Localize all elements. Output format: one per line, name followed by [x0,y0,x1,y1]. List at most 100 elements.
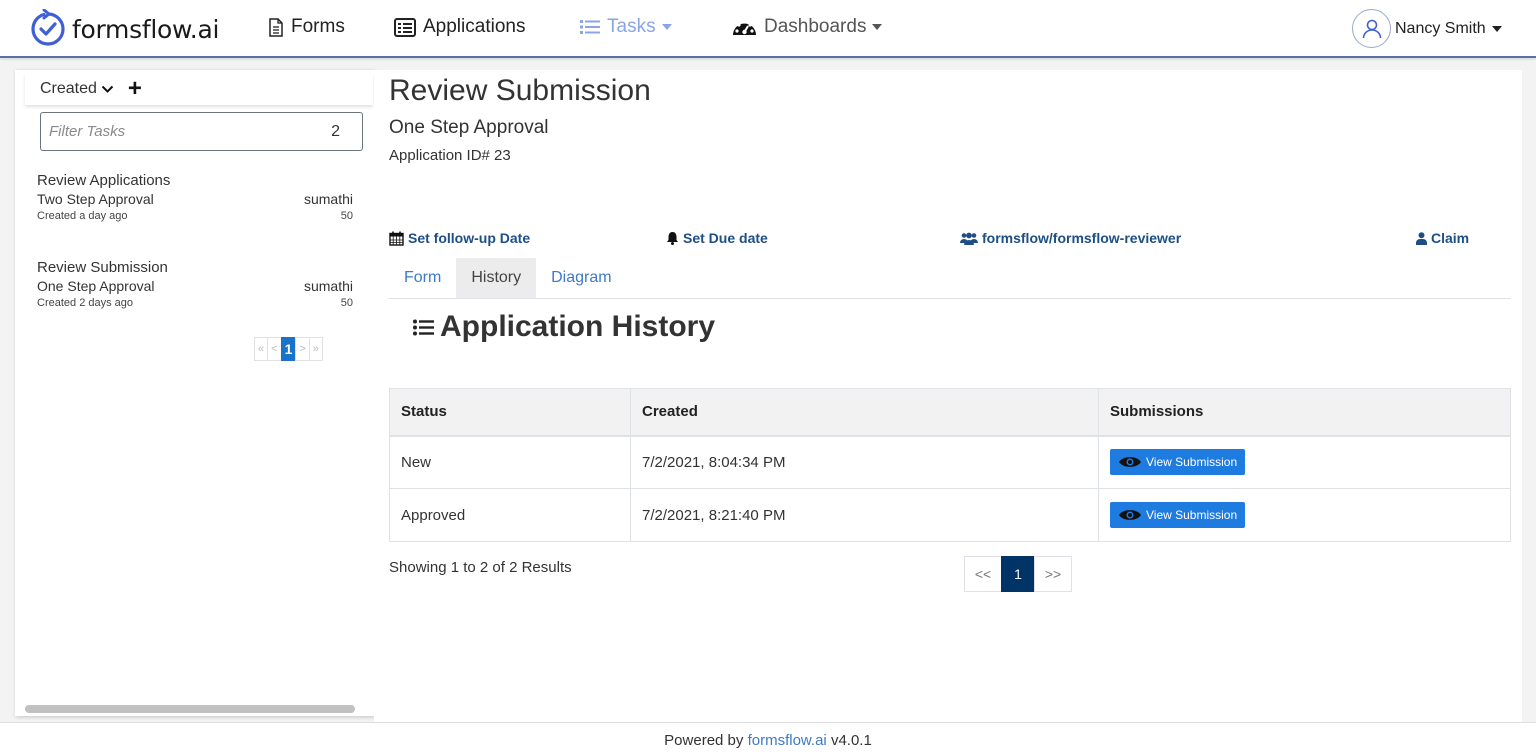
task-list-item[interactable]: Review Submission One Step Approval suma… [37,259,353,309]
nav-dashboards[interactable]: Dashboards [732,16,883,38]
filter-tasks-input[interactable] [49,123,332,140]
application-id: Application ID# 23 [389,147,511,164]
task-created: Created a day ago [37,210,128,222]
created-cell: 7/2/2021, 8:21:40 PM [630,488,1099,542]
task-list-sidebar: Created + 2 Review Applications Two Step… [15,70,374,716]
user-menu[interactable]: Nancy Smith [1352,9,1502,48]
prev-page-button[interactable]: << [964,556,1002,592]
task-process-name: One Step Approval [389,117,549,138]
column-header-status[interactable]: Status [389,388,631,437]
task-list-item[interactable]: Review Applications Two Step Approval su… [37,172,353,222]
application-history-title: Application History [440,310,716,343]
next-page-button[interactable]: >> [1034,556,1072,592]
view-submission-label: View Submission [1146,455,1238,470]
list-icon [413,319,434,335]
column-header-submissions[interactable]: Submissions [1098,388,1511,437]
task-title-heading: Review Submission [389,74,651,107]
nav-applications[interactable]: Applications [394,16,525,38]
formsflow-logo-icon [31,9,65,46]
page-1-button[interactable]: 1 [280,337,297,361]
nav-tasks-label: Tasks [607,16,656,37]
table-header-row: Status Created Submissions [389,388,1511,437]
table-row: Approved 7/2/2021, 8:21:40 PM View Submi… [389,488,1511,542]
eye-icon [1119,457,1141,468]
set-due-date-label: Set Due date [683,230,768,246]
tab-diagram[interactable]: Diagram [536,258,626,298]
claim-button[interactable]: Claim [1416,230,1469,246]
submissions-cell: View Submission [1098,488,1511,542]
page-1-button[interactable]: 1 [1001,556,1035,592]
user-icon [1362,19,1381,38]
application-history-heading: Application History [413,310,715,344]
footer-link[interactable]: formsflow.ai [748,732,827,749]
document-icon [269,17,283,37]
task-assignee: sumathi [303,191,353,207]
view-submission-button[interactable]: View Submission [1110,449,1246,476]
tab-history[interactable]: History [456,258,537,298]
calendar-icon [389,231,404,246]
sort-label: Created [40,80,97,97]
horizontal-scrollbar[interactable] [25,705,355,713]
list-box-icon [394,17,416,37]
filter-tasks-field[interactable]: 2 [40,112,363,151]
history-pagination: << 1 >> [964,556,1072,592]
application-history-table: Status Created Submissions New 7/2/2021,… [389,388,1511,542]
sidebar-pagination: « < 1 > » [254,337,323,361]
chevron-down-icon [661,24,672,30]
table-row: New 7/2/2021, 8:04:34 PM View Submission [389,435,1511,489]
claim-label: Claim [1431,230,1470,246]
set-follow-up-date-button[interactable]: Set follow-up Date [389,230,530,246]
user-icon [1416,231,1427,245]
task-detail-panel: Review Submission One Step Approval Appl… [374,70,1522,722]
users-group-icon [960,232,978,245]
tasks-list-icon [580,20,600,34]
set-due-date-button[interactable]: Set Due date [666,230,768,246]
nav-forms-label: Forms [291,16,345,37]
sort-dropdown[interactable]: Created [40,80,114,98]
view-submission-label: View Submission [1146,508,1238,522]
task-process: One Step Approval [37,278,155,294]
set-follow-up-date-label: Set follow-up Date [408,230,531,246]
footer: Powered by formsflow.ai v4.0.1 [0,722,1536,754]
brand-name: formsflow.ai [72,14,220,44]
status-cell: Approved [389,488,631,542]
created-cell: 7/2/2021, 8:04:34 PM [630,435,1099,489]
last-page-button[interactable]: » [308,337,323,361]
submissions-cell: View Submission [1098,435,1511,489]
nav-dashboards-label: Dashboards [764,16,867,37]
column-header-created[interactable]: Created [630,388,1099,437]
nav-forms[interactable]: Forms [268,16,345,38]
chevron-down-icon [101,85,114,93]
task-tabs: Form History Diagram [389,258,1511,299]
eye-icon [1119,510,1141,520]
assign-group-button[interactable]: formsflow/formsflow-reviewer [960,230,1181,246]
footer-prefix: Powered by [664,732,744,749]
task-assignee: sumathi [303,278,353,294]
task-count: 2 [331,122,340,140]
bell-icon [667,232,678,245]
chevron-down-icon [1491,25,1502,32]
tab-form[interactable]: Form [389,258,456,298]
dashboard-gauge-icon [733,20,756,35]
task-priority: 50 [340,210,353,222]
task-priority: 50 [340,297,353,309]
chevron-down-icon [872,24,883,30]
group-label: formsflow/formsflow-reviewer [982,230,1182,246]
view-submission-button[interactable]: View Submission [1110,502,1246,528]
top-navbar: formsflow.ai Forms Applications Tasks Da… [0,0,1536,58]
brand[interactable]: formsflow.ai [30,9,219,49]
task-title: Review Submission [37,259,168,276]
task-title: Review Applications [37,172,171,189]
task-created: Created 2 days ago [37,297,134,309]
footer-version: v4.0.1 [830,732,872,749]
sort-bar: Created + [25,73,373,105]
user-name: Nancy Smith [1395,19,1486,37]
task-process: Two Step Approval [37,191,154,207]
first-page-button[interactable]: « [254,337,269,361]
next-page-button[interactable]: > [295,337,310,361]
results-summary: Showing 1 to 2 of 2 Results [389,559,572,576]
prev-page-button[interactable]: < [267,337,282,361]
status-cell: New [389,435,631,489]
add-filter-plus-icon[interactable]: + [128,77,142,101]
nav-tasks[interactable]: Tasks [580,16,672,38]
